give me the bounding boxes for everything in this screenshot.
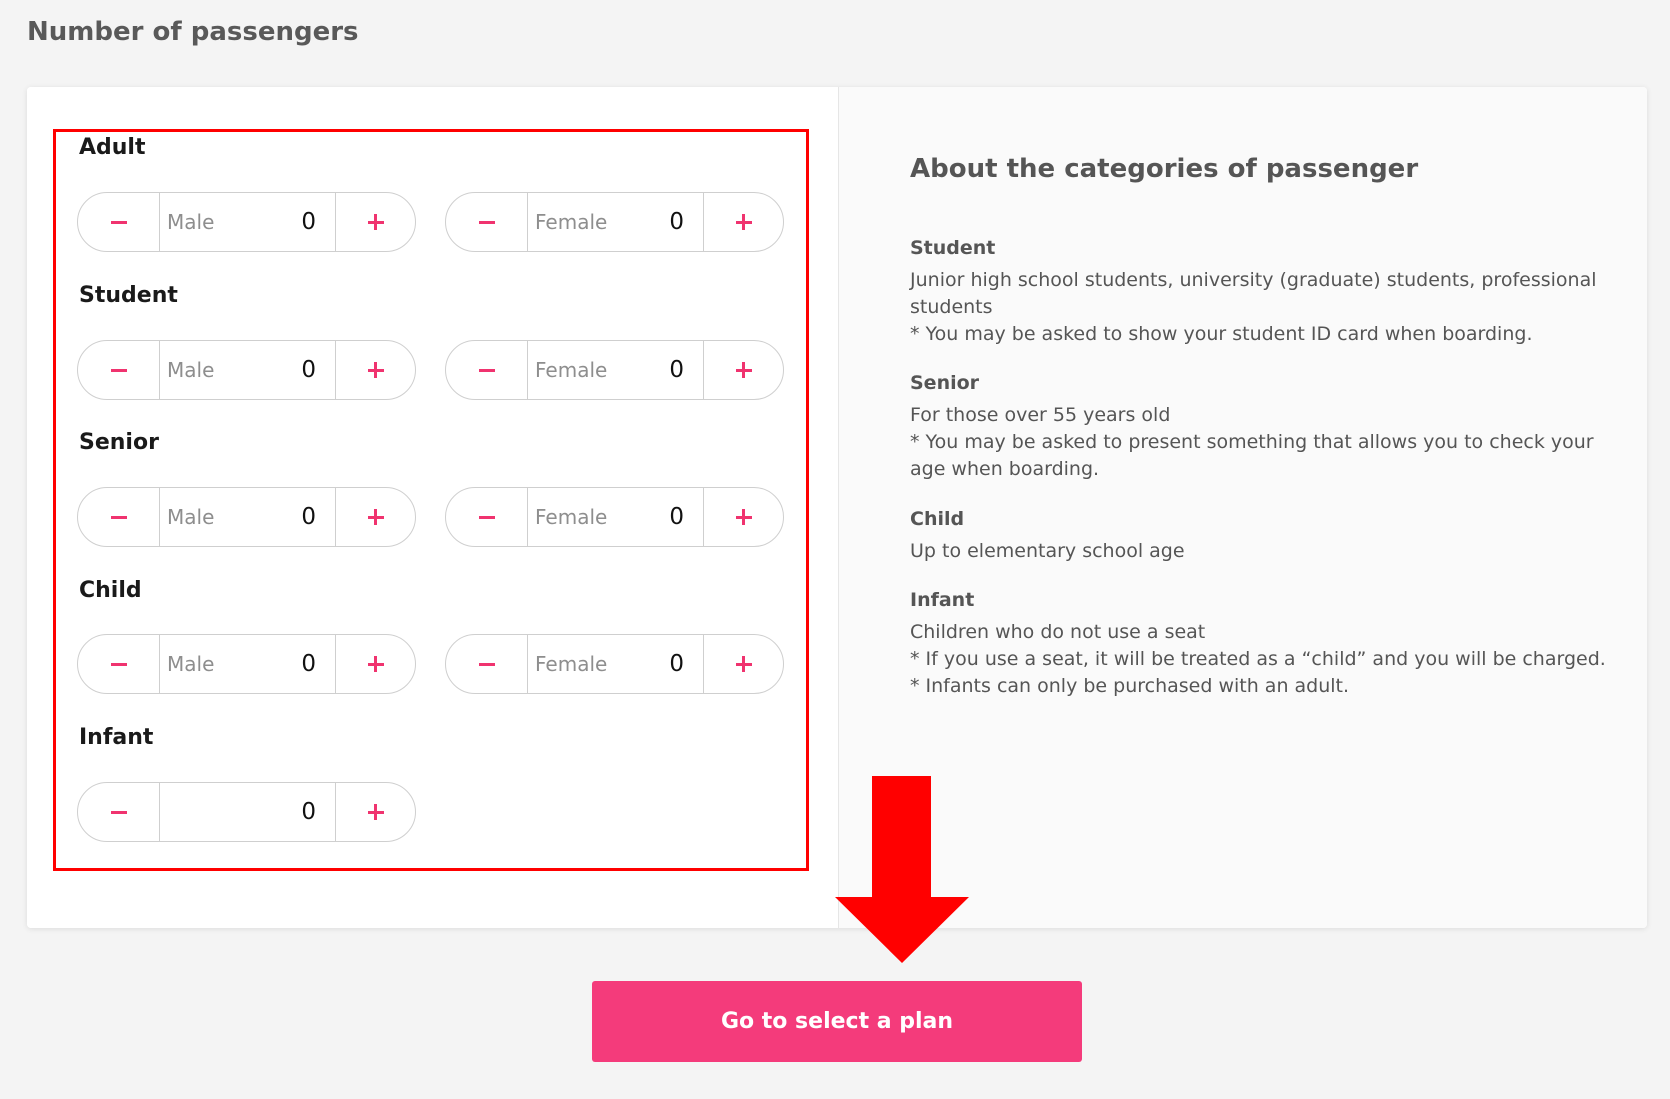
decrement-button[interactable] [78, 783, 160, 841]
increment-button[interactable] [703, 635, 783, 693]
child-male-stepper: Male 0 [77, 634, 416, 694]
decrement-button[interactable] [78, 635, 160, 693]
increment-button[interactable] [703, 488, 783, 546]
info-child: Child Up to elementary school age [910, 508, 1630, 565]
info-text: * You may be asked to show your student … [910, 323, 1533, 345]
adult-female-stepper: Female 0 [445, 192, 784, 252]
info-text: For those over 55 years old [910, 404, 1171, 426]
adult-male-stepper: Male 0 [77, 192, 416, 252]
increment-button[interactable] [335, 635, 415, 693]
gender-label: Female [535, 358, 608, 382]
decrement-button[interactable] [78, 193, 160, 251]
plus-icon [367, 509, 384, 525]
plus-icon [735, 509, 752, 525]
count-value: 0 [669, 651, 684, 677]
info-text: * You may be asked to present something … [910, 431, 1594, 480]
child-female-stepper: Female 0 [445, 634, 784, 694]
decrement-button[interactable] [446, 341, 528, 399]
count-field[interactable]: Male 0 [159, 488, 336, 546]
minus-icon [110, 220, 127, 224]
info-student: Student Junior high school students, uni… [910, 237, 1630, 348]
count-value: 0 [301, 651, 316, 677]
plus-icon [735, 656, 752, 672]
go-to-select-plan-button[interactable]: Go to select a plan [592, 981, 1082, 1062]
category-label-infant: Infant [79, 725, 154, 750]
count-value: 0 [669, 209, 684, 235]
minus-icon [478, 662, 495, 666]
info-heading: Senior [910, 372, 980, 394]
decrement-button[interactable] [446, 635, 528, 693]
increment-button[interactable] [335, 341, 415, 399]
minus-icon [110, 810, 127, 814]
gender-label: Male [167, 505, 215, 529]
decrement-button[interactable] [446, 193, 528, 251]
gender-label: Female [535, 210, 608, 234]
increment-button[interactable] [335, 193, 415, 251]
count-field[interactable]: Female 0 [527, 341, 704, 399]
decrement-button[interactable] [446, 488, 528, 546]
gender-label: Male [167, 652, 215, 676]
plus-icon [367, 656, 384, 672]
info-text: Up to elementary school age [910, 540, 1185, 562]
info-infant: Infant Children who do not use a seat * … [910, 589, 1630, 700]
category-label-adult: Adult [79, 135, 146, 160]
info-heading: Child [910, 508, 965, 530]
gender-label: Female [535, 505, 608, 529]
increment-button[interactable] [335, 488, 415, 546]
gender-label: Female [535, 652, 608, 676]
page-title: Number of passengers [27, 17, 359, 47]
info-heading: Student [910, 237, 996, 259]
down-arrow-icon [835, 776, 969, 963]
student-male-stepper: Male 0 [77, 340, 416, 400]
plus-icon [367, 214, 384, 230]
count-value: 0 [669, 357, 684, 383]
category-label-child: Child [79, 578, 142, 603]
infant-stepper: 0 [77, 782, 416, 842]
plus-icon [367, 804, 384, 820]
about-categories-title: About the categories of passenger [910, 154, 1419, 184]
count-field[interactable]: Female 0 [527, 193, 704, 251]
passenger-count-pane: Adult Male 0 Female 0 Student Male 0 Fem… [27, 87, 838, 928]
minus-icon [478, 368, 495, 372]
increment-button[interactable] [703, 193, 783, 251]
count-value: 0 [301, 209, 316, 235]
info-heading: Infant [910, 589, 975, 611]
student-female-stepper: Female 0 [445, 340, 784, 400]
minus-icon [478, 220, 495, 224]
senior-male-stepper: Male 0 [77, 487, 416, 547]
count-field[interactable]: Male 0 [159, 635, 336, 693]
senior-female-stepper: Female 0 [445, 487, 784, 547]
plus-icon [735, 362, 752, 378]
info-text: Children who do not use a seat [910, 621, 1206, 643]
count-field[interactable]: Female 0 [527, 635, 704, 693]
gender-label: Male [167, 210, 215, 234]
count-value: 0 [301, 357, 316, 383]
info-text: * If you use a seat, it will be treated … [910, 648, 1606, 670]
count-value: 0 [669, 504, 684, 530]
plus-icon [367, 362, 384, 378]
decrement-button[interactable] [78, 341, 160, 399]
count-field[interactable]: Male 0 [159, 193, 336, 251]
plus-icon [735, 214, 752, 230]
minus-icon [110, 662, 127, 666]
count-field[interactable]: Male 0 [159, 341, 336, 399]
minus-icon [110, 368, 127, 372]
minus-icon [110, 515, 127, 519]
count-field[interactable]: 0 [159, 783, 336, 841]
count-value: 0 [301, 504, 316, 530]
info-text: Junior high school students, university … [910, 269, 1597, 318]
gender-label: Male [167, 358, 215, 382]
increment-button[interactable] [335, 783, 415, 841]
minus-icon [478, 515, 495, 519]
category-label-student: Student [79, 283, 178, 308]
count-value: 0 [301, 799, 316, 825]
info-text: * Infants can only be purchased with an … [910, 675, 1350, 697]
count-field[interactable]: Female 0 [527, 488, 704, 546]
decrement-button[interactable] [78, 488, 160, 546]
info-senior: Senior For those over 55 years old * You… [910, 372, 1630, 483]
category-label-senior: Senior [79, 430, 159, 455]
increment-button[interactable] [703, 341, 783, 399]
